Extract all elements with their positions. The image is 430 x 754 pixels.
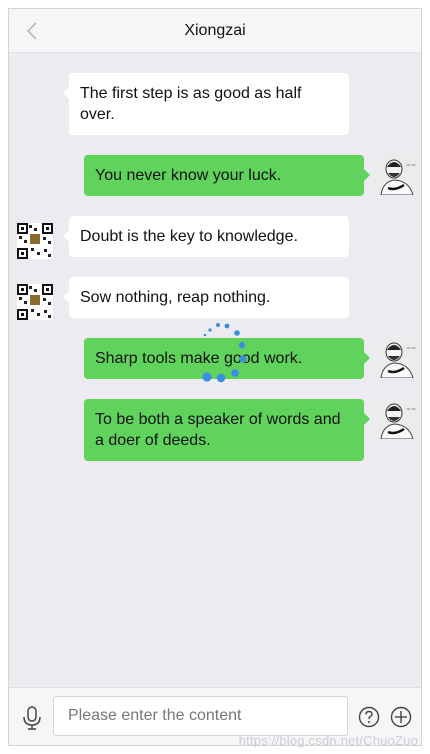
message-bubble-sent[interactable]: To be both a speaker of words and a doer…	[84, 399, 370, 461]
message-text: Sow nothing, reap nothing.	[80, 289, 271, 306]
chat-window: Xiongzai The first step is as good as ha…	[8, 8, 422, 746]
message-text: You never know your luck.	[95, 167, 282, 184]
qr-code-icon	[17, 223, 53, 259]
svg-text:≈≈: ≈≈	[406, 345, 416, 352]
message-bubble-received[interactable]: Sow nothing, reap nothing.	[63, 277, 349, 318]
plus-circle-icon	[390, 706, 412, 728]
contact-avatar[interactable]	[17, 284, 53, 320]
message-bubble-sent[interactable]: You never know your luck.	[84, 155, 370, 196]
message-text: The first step is as good as half over.	[80, 85, 302, 123]
user-avatar[interactable]: ≈≈	[377, 155, 417, 195]
person-avatar-icon: ≈≈	[377, 338, 417, 378]
chat-header: Xiongzai	[9, 9, 421, 53]
message-text: To be both a speaker of words and a doer…	[95, 411, 341, 449]
voice-button[interactable]	[21, 705, 43, 731]
loading-spinner-icon	[202, 323, 247, 383]
add-button[interactable]	[390, 706, 412, 728]
microphone-icon	[23, 706, 41, 730]
user-avatar[interactable]: ≈≈	[377, 399, 417, 439]
person-avatar-icon: ≈≈	[377, 399, 417, 439]
chat-title: Xiongzai	[184, 21, 246, 39]
svg-text:≈≈: ≈≈	[406, 406, 416, 413]
message-bubble-received[interactable]: The first step is as good as half over.	[63, 73, 349, 135]
help-button[interactable]	[358, 706, 380, 728]
person-avatar-icon: ≈≈	[377, 155, 417, 195]
message-bubble-received[interactable]: Doubt is the key to knowledge.	[63, 216, 349, 257]
back-button[interactable]	[21, 20, 43, 42]
user-avatar[interactable]: ≈≈	[377, 338, 417, 378]
question-circle-icon	[358, 706, 380, 728]
message-text: Doubt is the key to knowledge.	[80, 228, 298, 245]
contact-avatar[interactable]	[17, 223, 53, 259]
message-input[interactable]	[53, 696, 348, 736]
chevron-left-icon	[26, 22, 37, 40]
svg-text:≈≈: ≈≈	[406, 162, 416, 169]
watermark: https://blog.csdn.net/ChuoZuo	[238, 733, 418, 748]
qr-code-icon	[17, 284, 53, 320]
